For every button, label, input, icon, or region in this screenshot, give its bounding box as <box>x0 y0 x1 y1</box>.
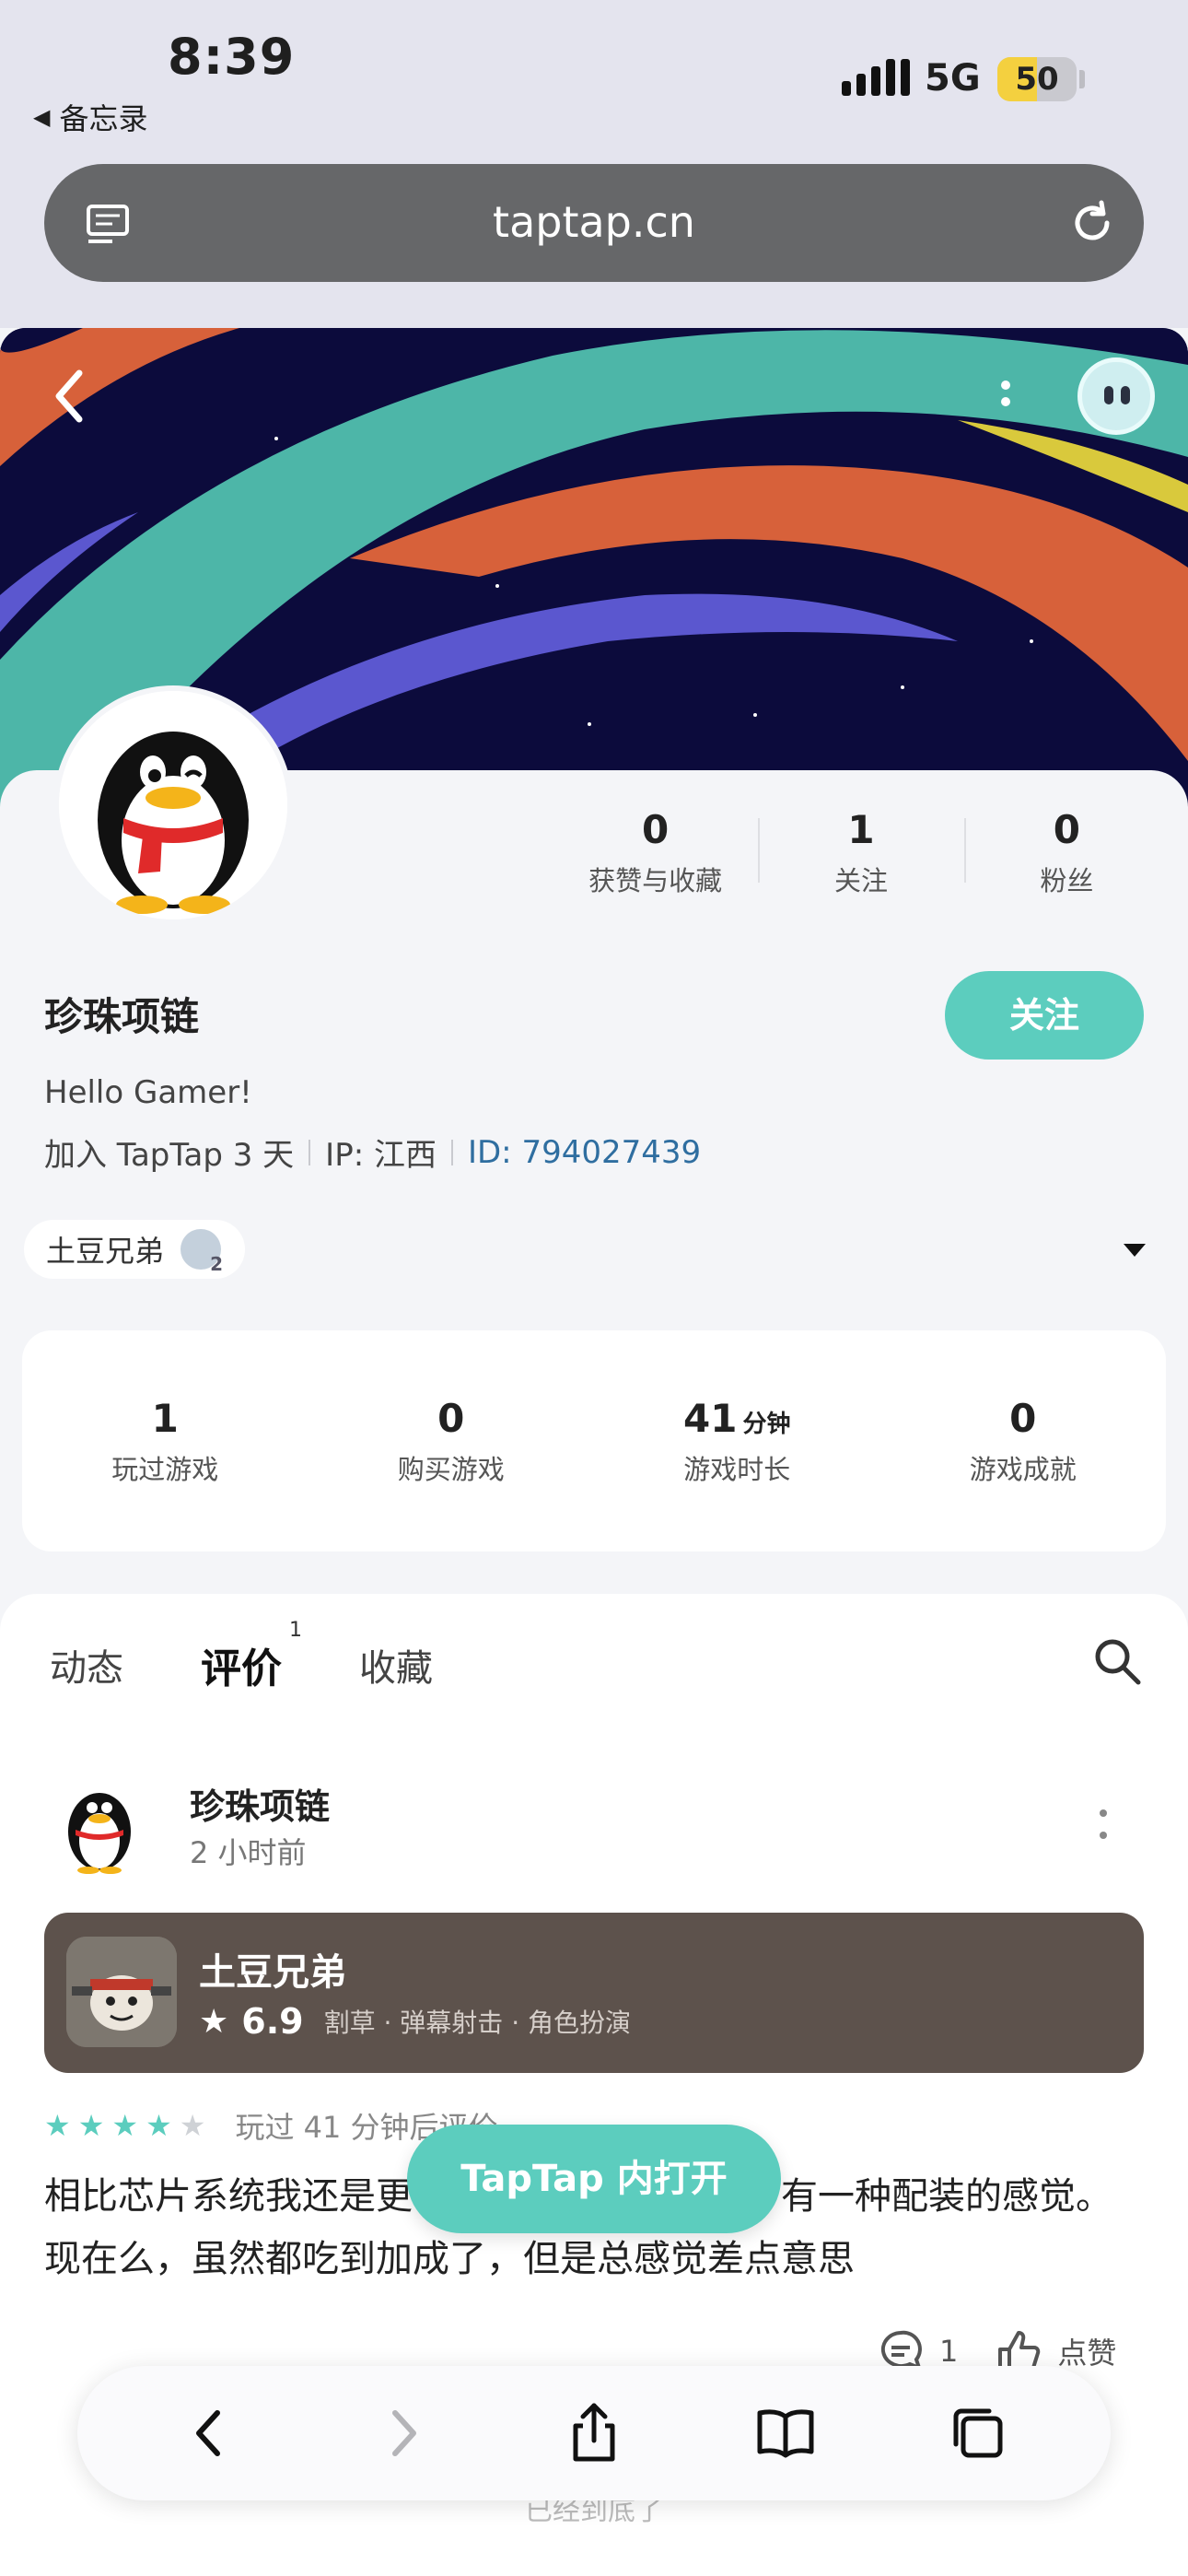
gstat-number: 0 <box>1009 1395 1037 1441</box>
stat-label: 粉丝 <box>1040 865 1094 896</box>
reviewed-game-card[interactable]: 土豆兄弟 ★ 6.9 割草 · 弹幕射击 · 角色扮演 <box>44 1913 1144 2073</box>
profile-bio: Hello Gamer! <box>44 1074 252 1111</box>
gstat-number: 1 <box>151 1395 179 1441</box>
more-vertical-icon[interactable] <box>995 376 1017 422</box>
gstat-unit: 分钟 <box>742 1410 791 1438</box>
battery-tip <box>1079 70 1085 88</box>
review-line-1-end: 有一种配装的感觉。 <box>781 2175 1112 2218</box>
user-id-link[interactable]: ID: 794027439 <box>468 1134 701 1171</box>
back-app-label: 备忘录 <box>59 101 148 136</box>
browser-toolbar <box>77 2366 1111 2500</box>
gstat-number: 41 <box>683 1395 738 1441</box>
star-filled-icon: ★ <box>77 2108 105 2143</box>
tabs-button[interactable] <box>945 2400 1011 2466</box>
stat-label: 获赞与收藏 <box>588 865 723 896</box>
bookmarks-button[interactable] <box>752 2400 819 2466</box>
browser-forward-button[interactable] <box>369 2400 436 2466</box>
star-filled-icon: ★ <box>111 2108 139 2143</box>
url-text[interactable]: taptap.cn <box>44 197 1144 247</box>
follow-button[interactable]: 关注 <box>945 971 1144 1060</box>
penguin-avatar-icon <box>59 691 287 919</box>
battery-level: 50 <box>1015 61 1059 98</box>
game-chip-label: 土豆兄弟 <box>46 1234 165 1269</box>
divider <box>450 1139 453 1165</box>
profile-tabs: 动态 评价 1 收藏 <box>50 1619 433 1697</box>
game-rating: ★ 6.9 割草 · 弹幕射击 · 角色扮演 <box>199 2001 631 2042</box>
search-icon[interactable] <box>1090 1634 1144 1688</box>
profile-name: 珍珠项链 <box>44 994 200 1039</box>
profile-stats: 0 获赞与收藏 1 关注 0 粉丝 <box>553 807 1170 899</box>
review-header: 珍珠项链 2 小时前 <box>44 1771 1144 1881</box>
chevron-right-icon <box>391 2410 416 2456</box>
level-badge-icon <box>181 1229 223 1275</box>
game-tags: 割草 · 弹幕射击 · 角色扮演 <box>323 2008 632 2038</box>
battery-icon: 50 <box>997 57 1077 101</box>
gstat-number: 0 <box>437 1395 465 1441</box>
gstat-played[interactable]: 1 玩过游戏 <box>22 1396 309 1487</box>
back-triangle-icon: ◀ <box>33 104 51 130</box>
divider <box>309 1139 311 1165</box>
book-icon <box>757 2409 814 2458</box>
game-score: 6.9 <box>241 2001 304 2042</box>
stat-number: 1 <box>847 807 875 852</box>
comment-count: 1 <box>939 2334 959 2369</box>
star-filled-icon: ★ <box>146 2108 172 2143</box>
avatar[interactable] <box>53 685 293 925</box>
review-line-1: 相比芯片系统我还是更 <box>44 2175 413 2218</box>
stat-number: 0 <box>642 807 670 852</box>
game-icon <box>66 1937 177 2047</box>
back-to-app-link[interactable]: ◀ 备忘录 <box>33 96 147 138</box>
reload-icon[interactable] <box>1065 195 1120 251</box>
stat-number: 0 <box>1053 807 1080 852</box>
stat-following[interactable]: 1 关注 <box>758 807 963 899</box>
gstat-label: 游戏时长 <box>683 1453 791 1485</box>
review-line-2: 现在么，虽然都吃到加成了，但是总感觉差点意思 <box>44 2238 855 2280</box>
profile-meta: 加入 TapTap 3 天 IP: 江西 ID: 794027439 <box>44 1130 701 1175</box>
gstat-playtime[interactable]: 41 分钟 游戏时长 <box>594 1396 880 1487</box>
browser-back-button[interactable] <box>177 2400 243 2466</box>
network-label: 5G <box>925 57 981 100</box>
game-title: 土豆兄弟 <box>199 1951 346 1994</box>
tab-favorites[interactable]: 收藏 <box>359 1638 433 1692</box>
review-time: 2 小时前 <box>190 1835 307 1870</box>
chevron-down-icon[interactable] <box>1124 1244 1146 1257</box>
like-label: 点赞 <box>1057 2336 1117 2371</box>
gstat-label: 购买游戏 <box>397 1453 505 1485</box>
stat-followers[interactable]: 0 粉丝 <box>963 807 1170 899</box>
ios-status-bar: 8:39 ◀ 备忘录 5G 50 taptap.cn <box>0 0 1188 328</box>
game-chip[interactable]: 土豆兄弟 <box>24 1220 246 1279</box>
gstat-achievements[interactable]: 0 游戏成就 <box>880 1396 1167 1487</box>
reviewer-avatar[interactable] <box>55 1776 144 1876</box>
tab-activity[interactable]: 动态 <box>50 1638 123 1692</box>
star-filled-icon: ★ <box>44 2108 71 2143</box>
chevron-left-icon <box>196 2410 221 2456</box>
open-in-app-button[interactable]: TapTap 内打开 <box>407 2125 781 2233</box>
joined-text: 加入 TapTap 3 天 <box>44 1137 295 1174</box>
address-bar[interactable]: taptap.cn <box>44 164 1144 282</box>
tabs-icon <box>953 2408 1003 2458</box>
signal-icon <box>842 57 910 96</box>
tab-label: 评价 <box>201 1645 282 1692</box>
tab-count-badge: 1 <box>289 1619 302 1642</box>
tab-reviews[interactable]: 评价 1 <box>201 1619 302 1694</box>
taptap-profile-page: 8:39 ◀ 备忘录 5G 50 taptap.cn 0 获赞与收藏 1 关注 … <box>0 0 1188 2576</box>
more-vertical-icon[interactable] <box>1098 1808 1109 1841</box>
stat-likes[interactable]: 0 获赞与收藏 <box>553 807 758 899</box>
star-empty-icon: ★ <box>179 2108 206 2143</box>
stat-label: 关注 <box>833 865 888 896</box>
star-icon: ★ <box>199 2002 229 2041</box>
share-icon <box>573 2403 615 2462</box>
gstat-purchased[interactable]: 0 购买游戏 <box>309 1396 595 1487</box>
share-button[interactable] <box>561 2400 627 2466</box>
status-time: 8:39 <box>168 28 296 86</box>
game-stats-card: 1 玩过游戏 0 购买游戏 41 分钟 游戏时长 0 游戏成就 <box>22 1330 1166 1551</box>
gstat-label: 游戏成就 <box>969 1453 1077 1485</box>
robot-avatar-button[interactable] <box>1077 357 1155 435</box>
gstat-label: 玩过游戏 <box>111 1453 219 1485</box>
back-icon[interactable] <box>48 364 88 428</box>
reviewer-name[interactable]: 珍珠项链 <box>190 1778 330 1829</box>
ip-text: IP: 江西 <box>325 1137 437 1174</box>
